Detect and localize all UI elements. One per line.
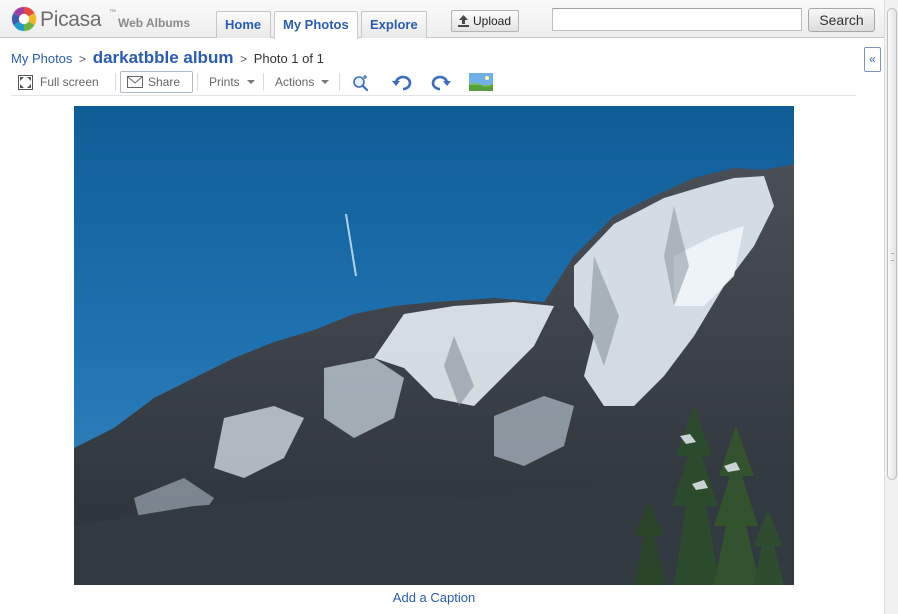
fullscreen-label: Full screen: [40, 75, 99, 89]
breadcrumb-my-photos-link[interactable]: My Photos: [11, 51, 72, 66]
share-label: Share: [148, 75, 181, 89]
scrollbar-thumb[interactable]: [887, 8, 897, 480]
toolbar-divider: [197, 73, 198, 91]
chevron-down-icon: [321, 80, 330, 84]
main-photo[interactable]: [74, 106, 794, 585]
zoom-in-icon[interactable]: [352, 74, 370, 92]
chevron-down-icon: [246, 80, 255, 84]
logo-trademark: ™: [109, 9, 116, 16]
share-button[interactable]: Share: [120, 71, 193, 93]
prints-menu-button[interactable]: Prints: [209, 70, 255, 94]
vertical-scrollbar[interactable]: [884, 0, 898, 614]
photo-position: Photo 1 of 1: [253, 51, 324, 66]
breadcrumb-separator: >: [240, 52, 248, 66]
set-background-icon[interactable]: [469, 73, 493, 91]
actions-menu-button[interactable]: Actions: [275, 70, 330, 94]
rotate-right-icon[interactable]: [430, 74, 452, 92]
fullscreen-icon: [18, 75, 33, 90]
upload-icon: [458, 15, 469, 27]
upload-label: Upload: [473, 14, 512, 28]
search-button[interactable]: Search: [808, 8, 875, 32]
envelope-icon: [127, 76, 143, 88]
picasa-logo-icon: [11, 6, 37, 32]
photo-toolbar: Full screen Share Prints Actions: [11, 70, 856, 96]
add-caption-link[interactable]: Add a Caption: [374, 590, 494, 605]
logo-subtitle: Web Albums: [118, 16, 191, 30]
actions-label: Actions: [275, 75, 315, 89]
top-header: Picasa ™ Web Albums Home My Photos Explo…: [0, 0, 898, 39]
prints-label: Prints: [209, 75, 240, 89]
logo-wordmark: Picasa: [40, 8, 102, 31]
breadcrumb-separator: >: [79, 52, 87, 66]
rotate-left-icon[interactable]: [391, 74, 413, 92]
tab-home[interactable]: Home: [216, 11, 271, 38]
search-input[interactable]: [552, 8, 802, 31]
toolbar-divider: [339, 73, 340, 91]
collapse-panel-button[interactable]: «: [864, 47, 881, 72]
toolbar-divider: [115, 73, 116, 91]
toolbar-divider: [263, 73, 264, 91]
tab-my-photos[interactable]: My Photos: [274, 11, 358, 39]
breadcrumb-album-title[interactable]: darkatbble album: [93, 48, 234, 67]
tab-explore[interactable]: Explore: [361, 11, 427, 38]
breadcrumb: My Photos > darkatbble album > Photo 1 o…: [11, 47, 324, 69]
scrollbar-grip: [891, 253, 894, 261]
upload-button[interactable]: Upload: [451, 10, 519, 32]
